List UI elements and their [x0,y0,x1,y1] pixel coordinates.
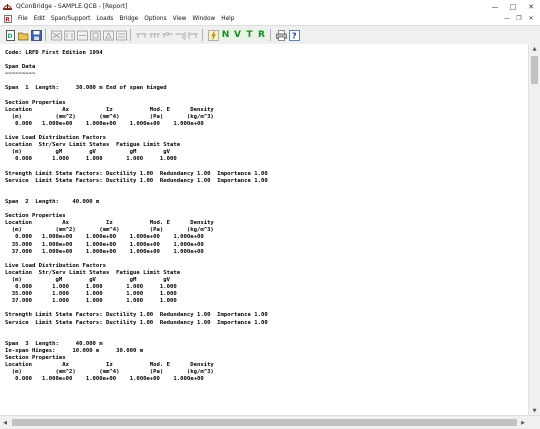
fixed-support-icon[interactable] [174,29,186,41]
delete-span-icon[interactable] [76,29,88,41]
menu-span-support[interactable]: Span/Support [48,16,93,22]
report-line: Strength Limit State Factors: Ductility … [5,170,268,177]
vertical-scrollbar[interactable]: ▲ ▼ [528,44,540,416]
menu-window[interactable]: Window [189,16,218,22]
report-line: Strength Limit State Factors: Ductility … [5,312,268,319]
svg-text:D: D [7,33,12,40]
toolbar-separator [45,29,46,41]
span-properties-icon[interactable] [115,29,127,41]
report-line: Live Load Distribution Factors [5,262,107,269]
open-file-icon[interactable] [17,29,29,41]
report-line: 0.000 1.000 1.000 1.000 1.000 [5,284,177,291]
minimize-icon[interactable]: — [486,0,504,13]
vertical-scroll-thumb[interactable] [531,56,538,84]
save-file-icon[interactable] [30,29,42,41]
doc-restore-icon[interactable]: ❐ [513,15,525,22]
report-line: Code: LRFD First Edition 1994 [5,50,103,56]
toolbar-separator [202,29,203,41]
menu-view[interactable]: View [170,16,190,22]
shear-results-button[interactable]: V [232,29,243,41]
simple-span-icon[interactable] [135,29,147,41]
report-line: Location Ax Iz Mod. E Density [5,220,214,227]
report-line: (m) gM gV gM gV [5,149,171,156]
scroll-left-icon[interactable]: ◀ [0,417,10,428]
toolbar-separator [130,29,131,41]
menu-loads[interactable]: Loads [93,16,116,22]
window-title: QConBridge - SAMPLE.QCB - [Report] [16,3,128,10]
horizontal-scroll-thumb[interactable] [12,419,517,426]
reaction-results-button[interactable]: R [256,29,267,41]
qconbridge-app-icon[interactable] [3,2,12,11]
report-line: (m) (mm^2) (mm^4) (Pa) (kg/m^3) [5,369,214,376]
report-line: 35.000 1.000 1.000 1.000 1.000 [5,291,177,298]
cantilever-icon[interactable] [187,29,199,41]
report-line: In-span Hinges: 10.000 m 30.000 m [5,347,144,354]
report-line: 37.000 1.000 1.000 1.000 1.000 [5,298,177,305]
report-line: Span 2 Length: 40.000 m [5,198,100,205]
report-line: 35.000 1.000e+00 1.000e+00 1.000e+00 1.0… [5,241,204,248]
hinge-icon[interactable] [161,29,173,41]
report-line: Span 1 Length: 30.000 m End of span hing… [5,85,167,92]
analyze-icon[interactable] [207,29,219,41]
title-bar: QConBridge - SAMPLE.QCB - [Report] — □ ✕ [0,0,540,13]
doc-close-icon[interactable]: ✕ [525,15,537,22]
report-line: Location Str/Serv Limit States Fatigue L… [5,142,181,149]
svg-text:R: R [5,16,10,23]
edit-span-icon[interactable] [89,29,101,41]
report-line: 0.000 1.000e+00 1.000e+00 1.000e+00 1.00… [5,234,204,241]
report-line: Section Properties [5,99,66,106]
horizontal-scrollbar[interactable]: ◀ ▶ [0,415,540,429]
report-text: Code: LRFD First Edition 1994 Span Data … [0,44,529,383]
document-window-controls: — ❐ ✕ [501,13,537,24]
report-line: Location Ax Iz Mod. E Density [5,106,214,113]
moment-results-button[interactable]: N [220,29,231,41]
new-file-icon[interactable]: D [4,29,16,41]
report-line: Section Properties [5,355,66,362]
report-line: Span Data [5,64,36,71]
report-line: 0.000 1.000e+00 1.000e+00 1.000e+00 1.00… [5,120,204,127]
report-line: ~~~~~~~~~ [5,71,36,78]
report-line: Service Limit State Factors: Ductility 1… [5,177,268,184]
doc-minimize-icon[interactable]: — [501,15,513,22]
toolbar-separator [270,29,271,41]
report-line: (m) (mm^2) (mm^4) (Pa) (kg/m^3) [5,227,214,234]
scroll-right-icon[interactable]: ▶ [518,417,528,428]
displacement-results-button[interactable]: T [244,29,255,41]
menu-bar: R File Edit Span/Support Loads Bridge Op… [0,13,540,24]
menu-options[interactable]: Options [141,16,169,22]
toolbar: D N V T R ? [0,25,540,45]
report-line: Service Limit State Factors: Ductility 1… [5,319,268,326]
report-line: Location Str/Serv Limit States Fatigue L… [5,269,181,276]
help-icon[interactable]: ? [288,29,300,41]
report-line: (m) gM gV gM gV [5,277,171,283]
report-line: Live Load Distribution Factors [5,135,107,142]
menu-file[interactable]: File [15,16,31,22]
report-line: (m) (mm^2) (mm^4) (Pa) (kg/m^3) [5,113,214,120]
report-line: Location Ax Iz Mod. E Density [5,362,214,369]
report-document-icon[interactable]: R [4,14,12,23]
report-line: Span 3 Length: 40.000 m [5,340,103,347]
close-icon[interactable]: ✕ [522,0,540,13]
report-line: 0.000 1.000 1.000 1.000 1.000 [5,156,177,163]
report-line: 0.000 1.000e+00 1.000e+00 1.000e+00 1.00… [5,376,204,383]
svg-text:?: ? [292,31,297,40]
add-span-icon[interactable] [50,29,62,41]
report-line: 37.000 1.000e+00 1.000e+00 1.000e+00 1.0… [5,248,204,255]
maximize-icon[interactable]: □ [504,0,522,13]
report-line: Section Properties [5,213,66,220]
menu-bridge[interactable]: Bridge [116,16,141,22]
report-view[interactable]: Code: LRFD First Edition 1994 Span Data … [0,44,529,416]
window-controls: — □ ✕ [486,0,540,13]
print-icon[interactable] [275,29,287,41]
menu-help[interactable]: Help [218,16,237,22]
scroll-up-icon[interactable]: ▲ [529,44,540,54]
insert-span-icon[interactable] [63,29,75,41]
menu-edit[interactable]: Edit [31,16,48,22]
edit-support-icon[interactable] [102,29,114,41]
continuous-span-icon[interactable] [148,29,160,41]
